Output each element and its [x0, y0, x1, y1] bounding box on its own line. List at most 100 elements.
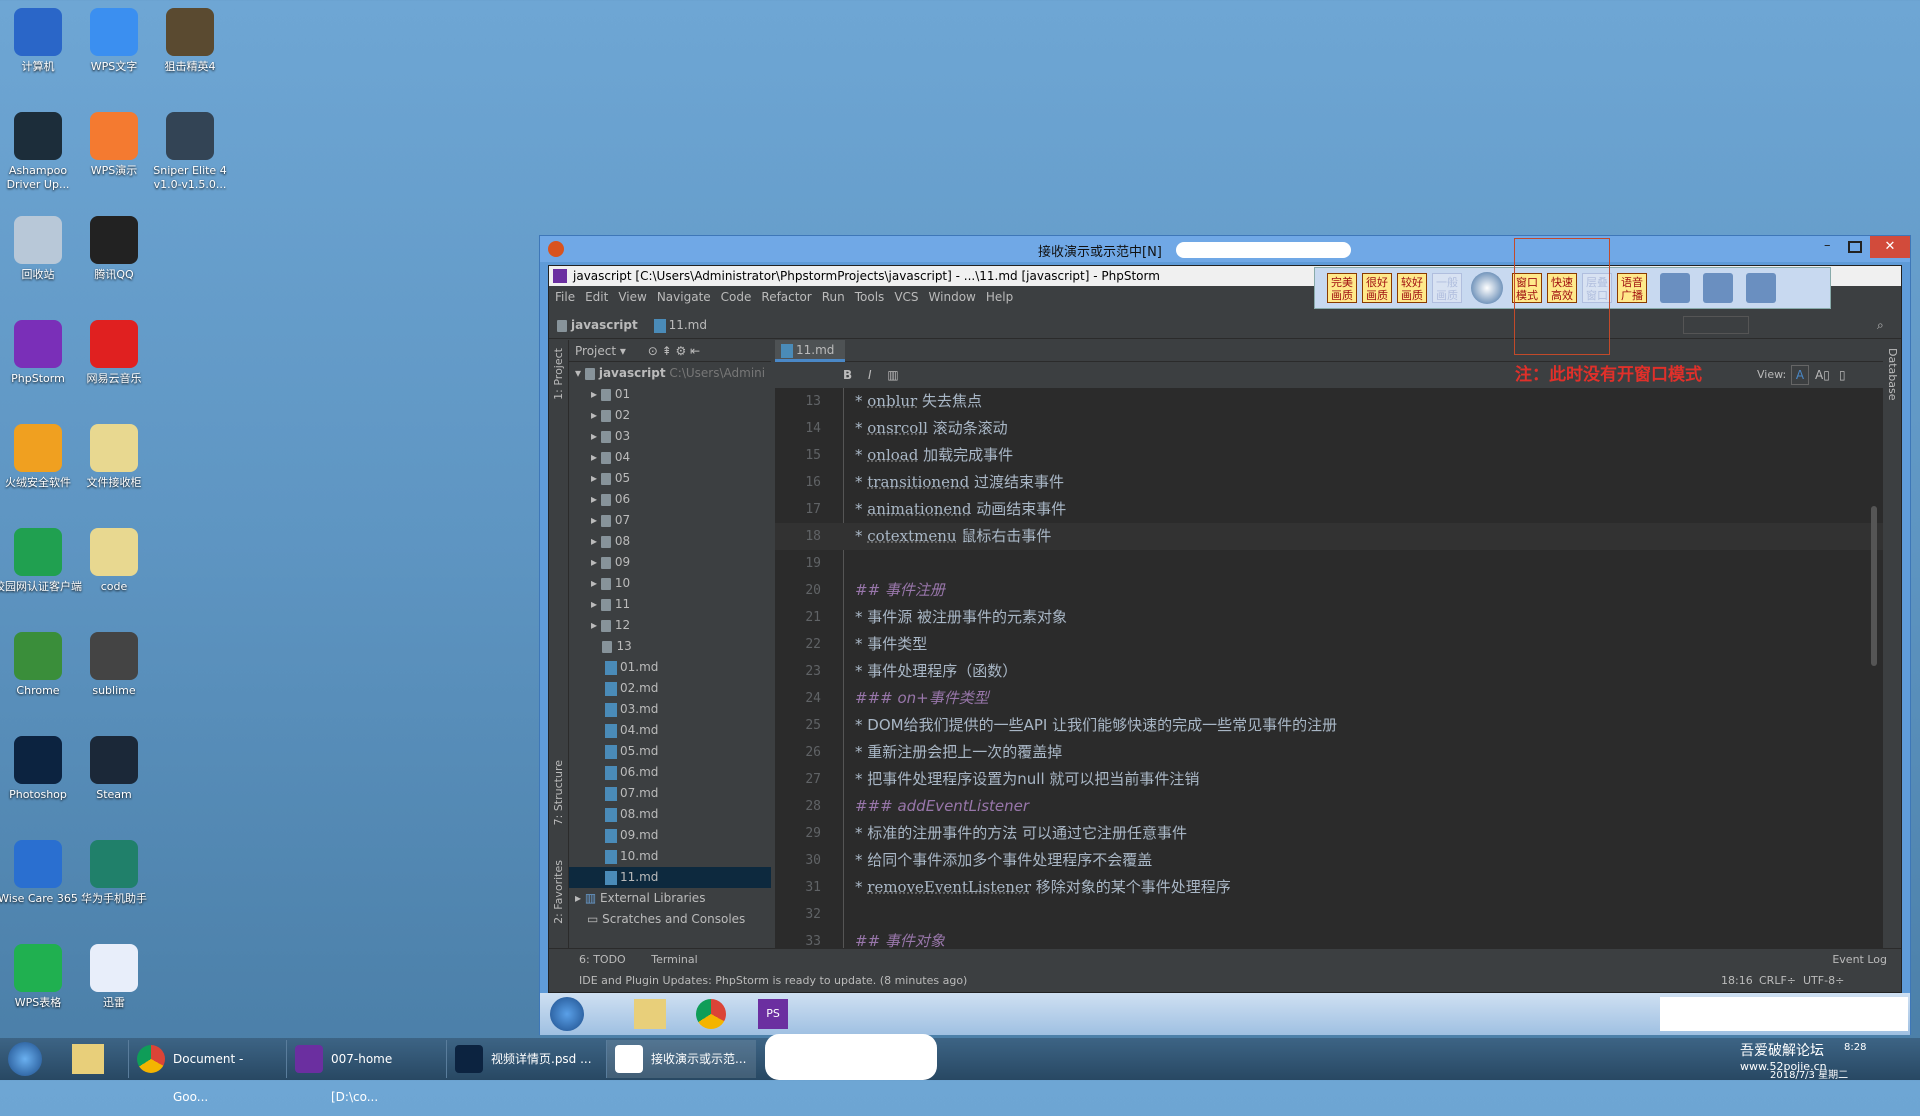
collapse-icon[interactable]: ⇞	[662, 344, 672, 358]
status-message[interactable]: IDE and Plugin Updates: PhpStorm is read…	[579, 974, 967, 987]
code-area[interactable]: 13 * onblur 失去焦点 14 * onsrcoll 滚动条滚动 15 * onl…	[775, 388, 1883, 948]
desktop-icon[interactable]: 网易云音乐	[70, 320, 158, 386]
remote-control-icon[interactable]	[1471, 272, 1503, 304]
tree-file[interactable]: 10.md	[569, 846, 771, 867]
screen-icon[interactable]	[1746, 273, 1776, 303]
chrome-task-icon[interactable]	[696, 999, 726, 1029]
favorites-tool-tab[interactable]: 2: Favorites	[552, 860, 565, 924]
todo-tab[interactable]: 6: TODO	[579, 953, 626, 966]
tree-folder[interactable]: ▸ 12	[569, 615, 771, 636]
minimize-button[interactable]: –	[1824, 238, 1831, 253]
tree-folder[interactable]: ▸ 02	[569, 405, 771, 426]
tree-scratches[interactable]: ▭ Scratches and Consoles	[569, 909, 771, 930]
clock[interactable]: 8:28	[1844, 1042, 1866, 1053]
desktop-icon[interactable]: 迅雷	[70, 944, 158, 1010]
toolbar-button[interactable]: 完美画质	[1327, 273, 1357, 303]
tree-file[interactable]: 04.md	[569, 720, 771, 741]
tree-root[interactable]: ▾ javascript C:\Users\Admini	[569, 363, 771, 384]
close-button[interactable]: ✕	[1870, 236, 1910, 258]
bold-button[interactable]: B	[843, 368, 852, 382]
tree-folder[interactable]: ▸ 04	[569, 447, 771, 468]
tree-folder[interactable]: ▸ 03	[569, 426, 771, 447]
maximize-button[interactable]	[1848, 241, 1862, 253]
explorer-task-icon[interactable]	[634, 999, 666, 1029]
menu-item[interactable]: File	[555, 286, 575, 308]
taskbar-chrome[interactable]: Document - Goo...	[128, 1040, 278, 1104]
toolbar-button[interactable]: 很好画质	[1362, 273, 1392, 303]
phpstorm-task-icon[interactable]: PS	[758, 999, 788, 1029]
desktop-icon[interactable]: Sniper Elite 4 v1.0-v1.5.0...	[146, 112, 234, 192]
structure-tool-tab[interactable]: 7: Structure	[552, 760, 565, 825]
hide-icon[interactable]: ⇤	[690, 344, 700, 358]
tree-folder[interactable]: 13	[569, 636, 771, 657]
tree-folder[interactable]: ▸ 01	[569, 384, 771, 405]
file-encoding[interactable]: UTF-8÷	[1803, 970, 1844, 992]
tree-file[interactable]: 07.md	[569, 783, 771, 804]
menu-item[interactable]: Refactor	[761, 286, 811, 308]
date[interactable]: 2018/7/3 星期二	[1770, 1066, 1848, 1081]
project-tool-tab[interactable]: 1: Project	[552, 348, 565, 400]
editor-only-view-button[interactable]: A	[1791, 365, 1809, 385]
search-icon[interactable]: ⌕	[1877, 311, 1884, 339]
tree-file[interactable]: 09.md	[569, 825, 771, 846]
pen-icon[interactable]	[1660, 273, 1690, 303]
tree-folder[interactable]: ▸ 06	[569, 489, 771, 510]
tree-file[interactable]: 05.md	[569, 741, 771, 762]
desktop-icon[interactable]: sublime	[70, 632, 158, 698]
desktop-icon[interactable]: 腾讯QQ	[70, 216, 158, 282]
desktop-icon[interactable]: 文件接收柜	[70, 424, 158, 490]
menu-item[interactable]: Code	[721, 286, 752, 308]
tree-folder[interactable]: ▸ 09	[569, 552, 771, 573]
breadcrumb-project[interactable]: javascript	[571, 318, 638, 332]
italic-button[interactable]: I	[868, 368, 872, 382]
start-button[interactable]	[8, 1042, 42, 1076]
desktop-icon[interactable]: 华为手机助手	[70, 840, 158, 906]
explorer-taskbar-icon[interactable]	[72, 1044, 104, 1074]
tree-folder[interactable]: ▸ 07	[569, 510, 771, 531]
table-icon[interactable]: ▥	[887, 368, 898, 382]
menu-item[interactable]: Run	[822, 286, 845, 308]
line-separator[interactable]: CRLF÷	[1759, 970, 1796, 992]
menu-item[interactable]: View	[618, 286, 646, 308]
taskbar-remote-demo[interactable]: 接收演示或示范...	[606, 1040, 756, 1078]
sync-icon[interactable]: ⊙	[648, 344, 658, 358]
event-log-tab[interactable]: Event Log	[1832, 949, 1887, 971]
tree-external-libraries[interactable]: ▸ ▥ External Libraries	[569, 888, 771, 909]
gear-icon[interactable]: ⚙	[676, 344, 687, 358]
preview-only-button[interactable]: ▯	[1839, 362, 1846, 388]
taskbar-phpstorm[interactable]: 007-home [D:\co...	[286, 1040, 436, 1104]
desktop-icon[interactable]: Steam	[70, 736, 158, 802]
terminal-tab[interactable]: Terminal	[651, 953, 698, 966]
database-tool-tab[interactable]: Database	[1886, 348, 1899, 401]
breadcrumb-file[interactable]: 11.md	[669, 318, 707, 332]
menu-item[interactable]: Navigate	[657, 286, 711, 308]
start-button[interactable]	[550, 997, 584, 1031]
menu-item[interactable]: Help	[986, 286, 1013, 308]
menu-item[interactable]: Tools	[855, 286, 885, 308]
desktop-icon[interactable]: 狙击精英4	[146, 8, 234, 74]
tree-folder[interactable]: ▸ 10	[569, 573, 771, 594]
desktop-icon[interactable]: WPS文字	[70, 8, 158, 74]
tree-file[interactable]: 03.md	[569, 699, 771, 720]
tree-file[interactable]: 11.md	[569, 867, 771, 888]
caret-position[interactable]: 18:16	[1721, 970, 1753, 992]
toolbar-button[interactable]: 较好画质	[1397, 273, 1427, 303]
split-view-button[interactable]: A▯	[1815, 362, 1830, 388]
menu-item[interactable]: Edit	[585, 286, 608, 308]
taskbar-photoshop[interactable]: 视频详情页.psd ...	[446, 1040, 596, 1078]
tree-file[interactable]: 01.md	[569, 657, 771, 678]
monitor-share-icon[interactable]	[1703, 273, 1733, 303]
toolbar-button[interactable]: 一般画质	[1432, 273, 1462, 303]
toolbar-button[interactable]: 语音广播	[1617, 273, 1647, 303]
desktop-icon[interactable]: code	[70, 528, 158, 594]
tree-file[interactable]: 08.md	[569, 804, 771, 825]
project-view-dropdown[interactable]: Project	[575, 344, 616, 358]
tree-folder[interactable]: ▸ 05	[569, 468, 771, 489]
tree-folder[interactable]: ▸ 08	[569, 531, 771, 552]
menu-item[interactable]: Window	[929, 286, 976, 308]
tree-folder[interactable]: ▸ 11	[569, 594, 771, 615]
tree-file[interactable]: 06.md	[569, 762, 771, 783]
tree-file[interactable]: 02.md	[569, 678, 771, 699]
menu-item[interactable]: VCS	[894, 286, 918, 308]
desktop-icon[interactable]: WPS演示	[70, 112, 158, 178]
